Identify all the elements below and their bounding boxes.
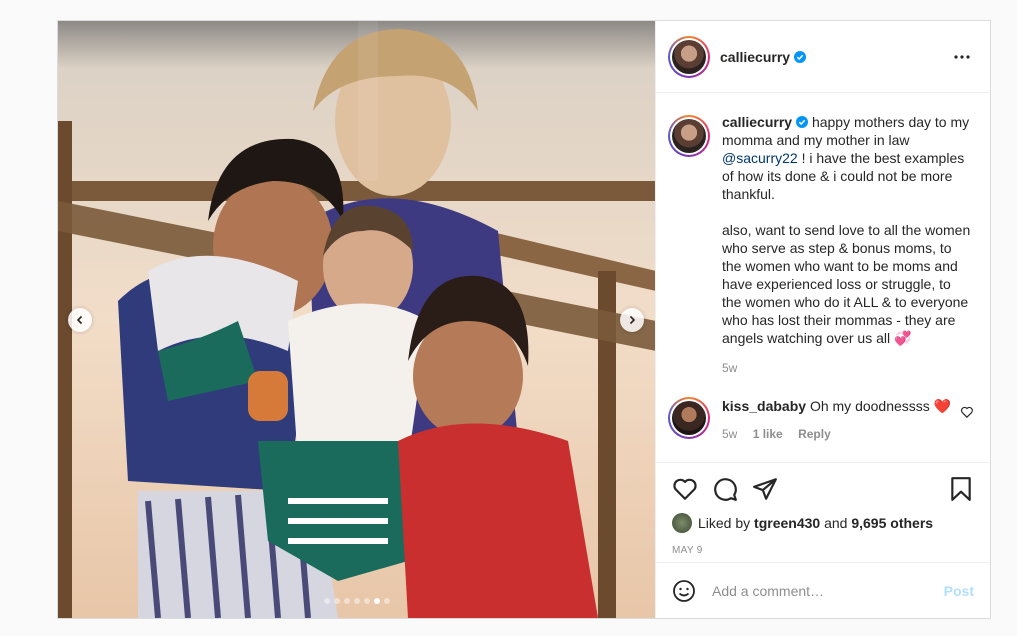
comment-reply-button[interactable]: Reply	[798, 427, 831, 441]
caption-paragraph-2: also, want to send love to all the women…	[722, 222, 971, 346]
comment-input[interactable]	[712, 582, 944, 599]
caption-mention-link[interactable]: @sacurry22	[722, 150, 798, 166]
caption: calliecurry happy mothers day to my momm…	[668, 113, 974, 347]
comment-like-heart-icon[interactable]	[960, 405, 974, 419]
post-sidebar: calliecurry calliecurry happy mothers da…	[655, 21, 990, 618]
comments-section: calliecurry happy mothers day to my momm…	[656, 93, 990, 462]
more-horizontal-icon	[954, 54, 970, 59]
avatar[interactable]	[668, 35, 710, 78]
comment-username[interactable]: kiss_dababy	[722, 398, 806, 414]
carousel-indicator	[58, 598, 655, 604]
action-bar	[672, 471, 974, 507]
carousel-prev-button[interactable]	[68, 308, 92, 332]
carousel-dot	[373, 598, 380, 604]
share-paper-plane-icon[interactable]	[752, 476, 778, 502]
header-username[interactable]: calliecurry	[720, 49, 790, 65]
post-header: calliecurry	[656, 21, 990, 93]
verified-badge-icon	[796, 116, 809, 128]
carousel-dot	[333, 598, 340, 604]
post-date[interactable]: MAY 9	[672, 545, 974, 556]
bookmark-icon[interactable]	[948, 476, 974, 502]
instagram-post: calliecurry calliecurry happy mothers da…	[57, 20, 991, 619]
verified-badge-icon	[794, 50, 807, 63]
comment-bubble-icon[interactable]	[712, 476, 738, 502]
chevron-right-icon	[629, 315, 636, 325]
caption-username[interactable]: calliecurry	[722, 114, 792, 130]
liked-by-middle: and	[824, 515, 848, 531]
carousel-dot	[363, 598, 370, 604]
carousel-dot	[343, 598, 350, 604]
like-heart-icon[interactable]	[672, 476, 698, 502]
post-comment-button[interactable]: Post	[944, 583, 974, 599]
carousel-dot	[353, 598, 360, 604]
post-photo	[58, 21, 655, 618]
liked-by-count[interactable]: 9,695 others	[851, 515, 933, 531]
comment-timestamp[interactable]: 5w	[722, 427, 737, 441]
liker-avatar[interactable]	[672, 513, 692, 533]
comment-body: Oh my doodnessss ❤️	[809, 398, 952, 414]
chevron-left-icon	[76, 315, 83, 325]
liked-by-prefix: Liked by	[698, 515, 751, 531]
comment-likes[interactable]: 1 like	[753, 427, 783, 441]
caption-avatar[interactable]	[668, 115, 710, 157]
liked-by-user[interactable]: tgreen430	[754, 515, 820, 531]
caption-timestamp[interactable]: 5w	[722, 361, 974, 375]
post-media[interactable]	[58, 21, 655, 618]
post-actions: Liked by tgreen430 and 9,695 others MAY …	[656, 462, 990, 562]
emoji-icon[interactable]	[672, 579, 696, 603]
comment-avatar[interactable]	[668, 397, 710, 439]
comment-meta: 5w 1 like Reply	[722, 425, 960, 443]
caption-text: calliecurry happy mothers day to my momm…	[722, 113, 974, 347]
comment-item: kiss_dababy Oh my doodnessss ❤️ 5w 1 lik…	[668, 397, 974, 443]
carousel-next-button[interactable]	[620, 308, 644, 332]
liked-by: Liked by tgreen430 and 9,695 others	[672, 513, 974, 533]
more-options-button[interactable]	[950, 45, 974, 69]
comment-text: kiss_dababy Oh my doodnessss ❤️ 5w 1 lik…	[722, 397, 960, 443]
add-comment-bar: Post	[656, 562, 990, 618]
carousel-dot	[383, 598, 390, 604]
carousel-dot	[323, 598, 330, 604]
